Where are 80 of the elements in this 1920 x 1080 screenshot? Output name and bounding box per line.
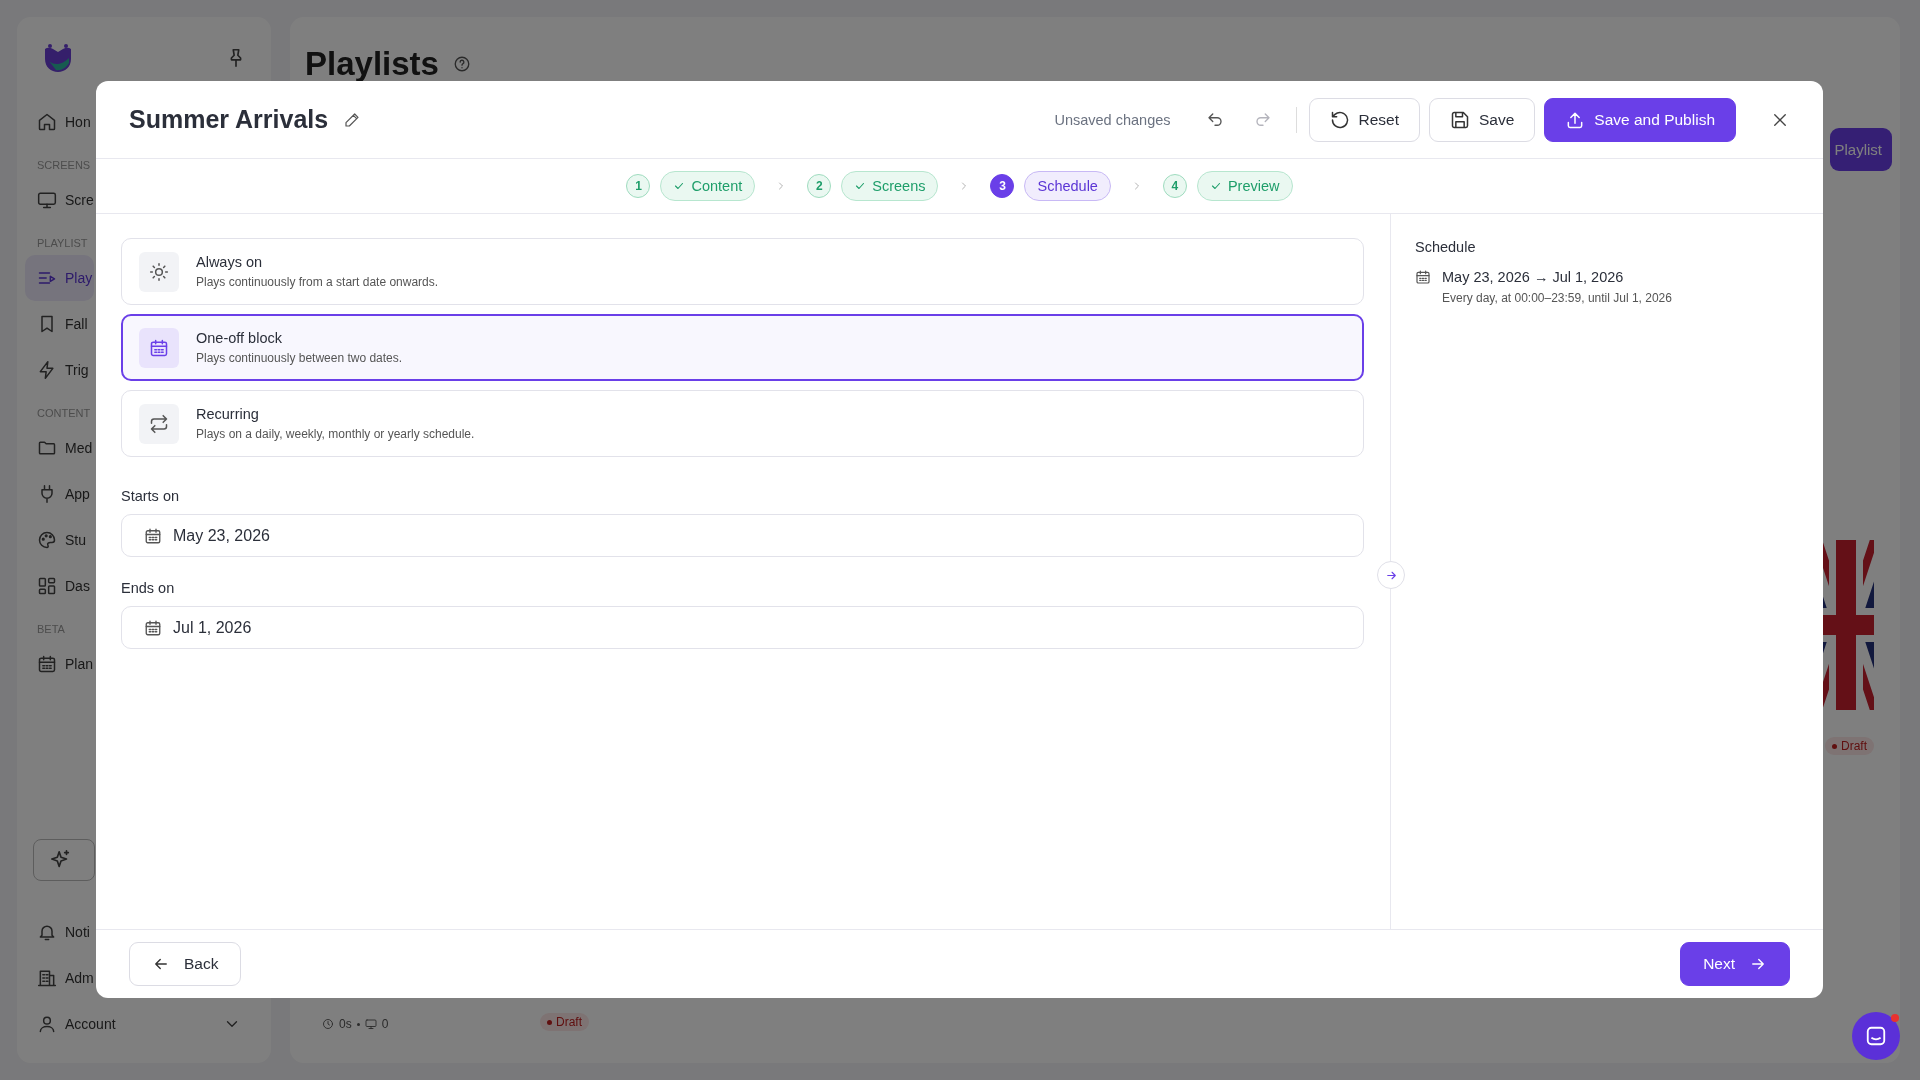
schedule-option[interactable]: One-off block Plays continuously between two dates. <box>121 314 1364 381</box>
draft-badge: Draft <box>1825 737 1874 755</box>
sidebar-item[interactable]: App <box>25 471 92 517</box>
screen-icon <box>364 1018 377 1030</box>
date-field[interactable]: Jul 1, 2026 <box>121 606 1364 649</box>
step-number: 2 <box>807 174 832 198</box>
schedule-option[interactable]: Always on Plays continuously from a start date onwards. <box>121 238 1364 305</box>
nav-icon <box>37 112 57 132</box>
redo-icon <box>1253 110 1272 129</box>
sidebar-item[interactable]: Stu <box>25 517 88 563</box>
next-button[interactable]: Next <box>1680 942 1790 986</box>
step-tab[interactable]: Preview <box>1196 171 1293 201</box>
step-tab[interactable]: Screens <box>841 171 939 201</box>
option-title: One-off block <box>196 330 283 346</box>
option-title: Recurring <box>196 406 260 422</box>
save-button[interactable]: Save <box>1429 97 1536 142</box>
calendar-icon <box>144 526 162 545</box>
step-tab[interactable]: Content <box>660 171 756 201</box>
check-icon <box>854 180 867 192</box>
option-title: Always on <box>196 254 264 270</box>
sidebar-item[interactable]: Play <box>25 255 95 301</box>
sidebar-item[interactable]: Med <box>25 425 95 471</box>
option-description: Plays continuously between two dates. <box>196 351 403 365</box>
unsaved-status: Unsaved changes <box>1054 111 1171 128</box>
reset-icon <box>1329 109 1350 130</box>
date-range: May 23, 2026 → Jul 1, 2026 <box>1442 269 1625 285</box>
sidebar-item[interactable]: Adm <box>25 955 96 1001</box>
chat-icon <box>1865 1025 1887 1047</box>
sun-icon <box>149 261 169 282</box>
undo-icon <box>1205 110 1224 129</box>
calendar-icon <box>1415 269 1431 285</box>
date-field[interactable]: May 23, 2026 <box>121 514 1364 557</box>
check-icon <box>1209 180 1222 192</box>
schedule-option[interactable]: Recurring Plays on a daily, weekly, monthly or yearly schedule. <box>121 390 1364 457</box>
nav-icon <box>37 530 57 550</box>
sidebar-item[interactable]: Fall <box>25 301 90 347</box>
nav-icon <box>37 1014 57 1034</box>
step-number: 1 <box>626 174 651 198</box>
sidebar-item[interactable]: Trig <box>25 347 91 393</box>
field-label: Ends on <box>121 580 176 596</box>
page-title: Playlists <box>305 45 439 83</box>
pencil-icon <box>344 111 361 128</box>
field-label: Starts on <box>121 488 181 504</box>
reset-button[interactable]: Reset <box>1308 97 1420 142</box>
step-number: 4 <box>1162 174 1187 198</box>
step-tab[interactable]: Schedule <box>1024 171 1111 201</box>
duration-text: 0s <box>339 1017 352 1031</box>
calendar-icon <box>149 337 169 358</box>
help-icon <box>452 55 471 73</box>
screen-count: 0 <box>381 1017 389 1031</box>
new-playlist-button[interactable]: Playlist <box>1830 128 1892 171</box>
repeat-icon <box>149 413 169 434</box>
sidebar-item[interactable]: Hon <box>25 99 93 145</box>
nav-icon <box>37 654 57 674</box>
draft-badge: Draft <box>540 1013 589 1031</box>
save-icon <box>1450 109 1470 130</box>
sidebar-item[interactable]: Das <box>25 563 92 609</box>
nav-icon <box>37 190 57 210</box>
schedule-detail: Every day, at 00:00–23:59, until Jul 1, 2026 <box>1442 291 1672 305</box>
clock-icon <box>322 1018 334 1030</box>
option-description: Plays on a daily, weekly, monthly or yearly schedule. <box>196 427 475 441</box>
summary-heading: Schedule <box>1415 239 1477 255</box>
expand-button[interactable] <box>1377 561 1405 589</box>
modal-title: Summer Arrivals <box>129 105 329 134</box>
nav-icon <box>37 576 57 596</box>
sidebar-item[interactable]: Scre <box>25 177 96 223</box>
check-icon <box>673 180 686 192</box>
notification-dot <box>1891 1014 1899 1022</box>
step-number: 3 <box>990 174 1015 198</box>
sidebar-item[interactable]: Plan <box>25 641 96 687</box>
nav-icon <box>37 968 57 988</box>
back-button[interactable]: Back <box>129 942 242 986</box>
publish-button[interactable]: Save and Publish <box>1544 97 1736 142</box>
calendar-icon <box>144 618 162 637</box>
nav-icon <box>37 360 57 380</box>
option-description: Plays continuously from a start date onwards. <box>196 275 439 289</box>
assistant-button[interactable] <box>33 839 95 881</box>
nav-icon <box>37 438 57 458</box>
sidebar-item[interactable]: Noti <box>25 909 92 955</box>
sidebar-item[interactable]: Account <box>25 1001 257 1047</box>
